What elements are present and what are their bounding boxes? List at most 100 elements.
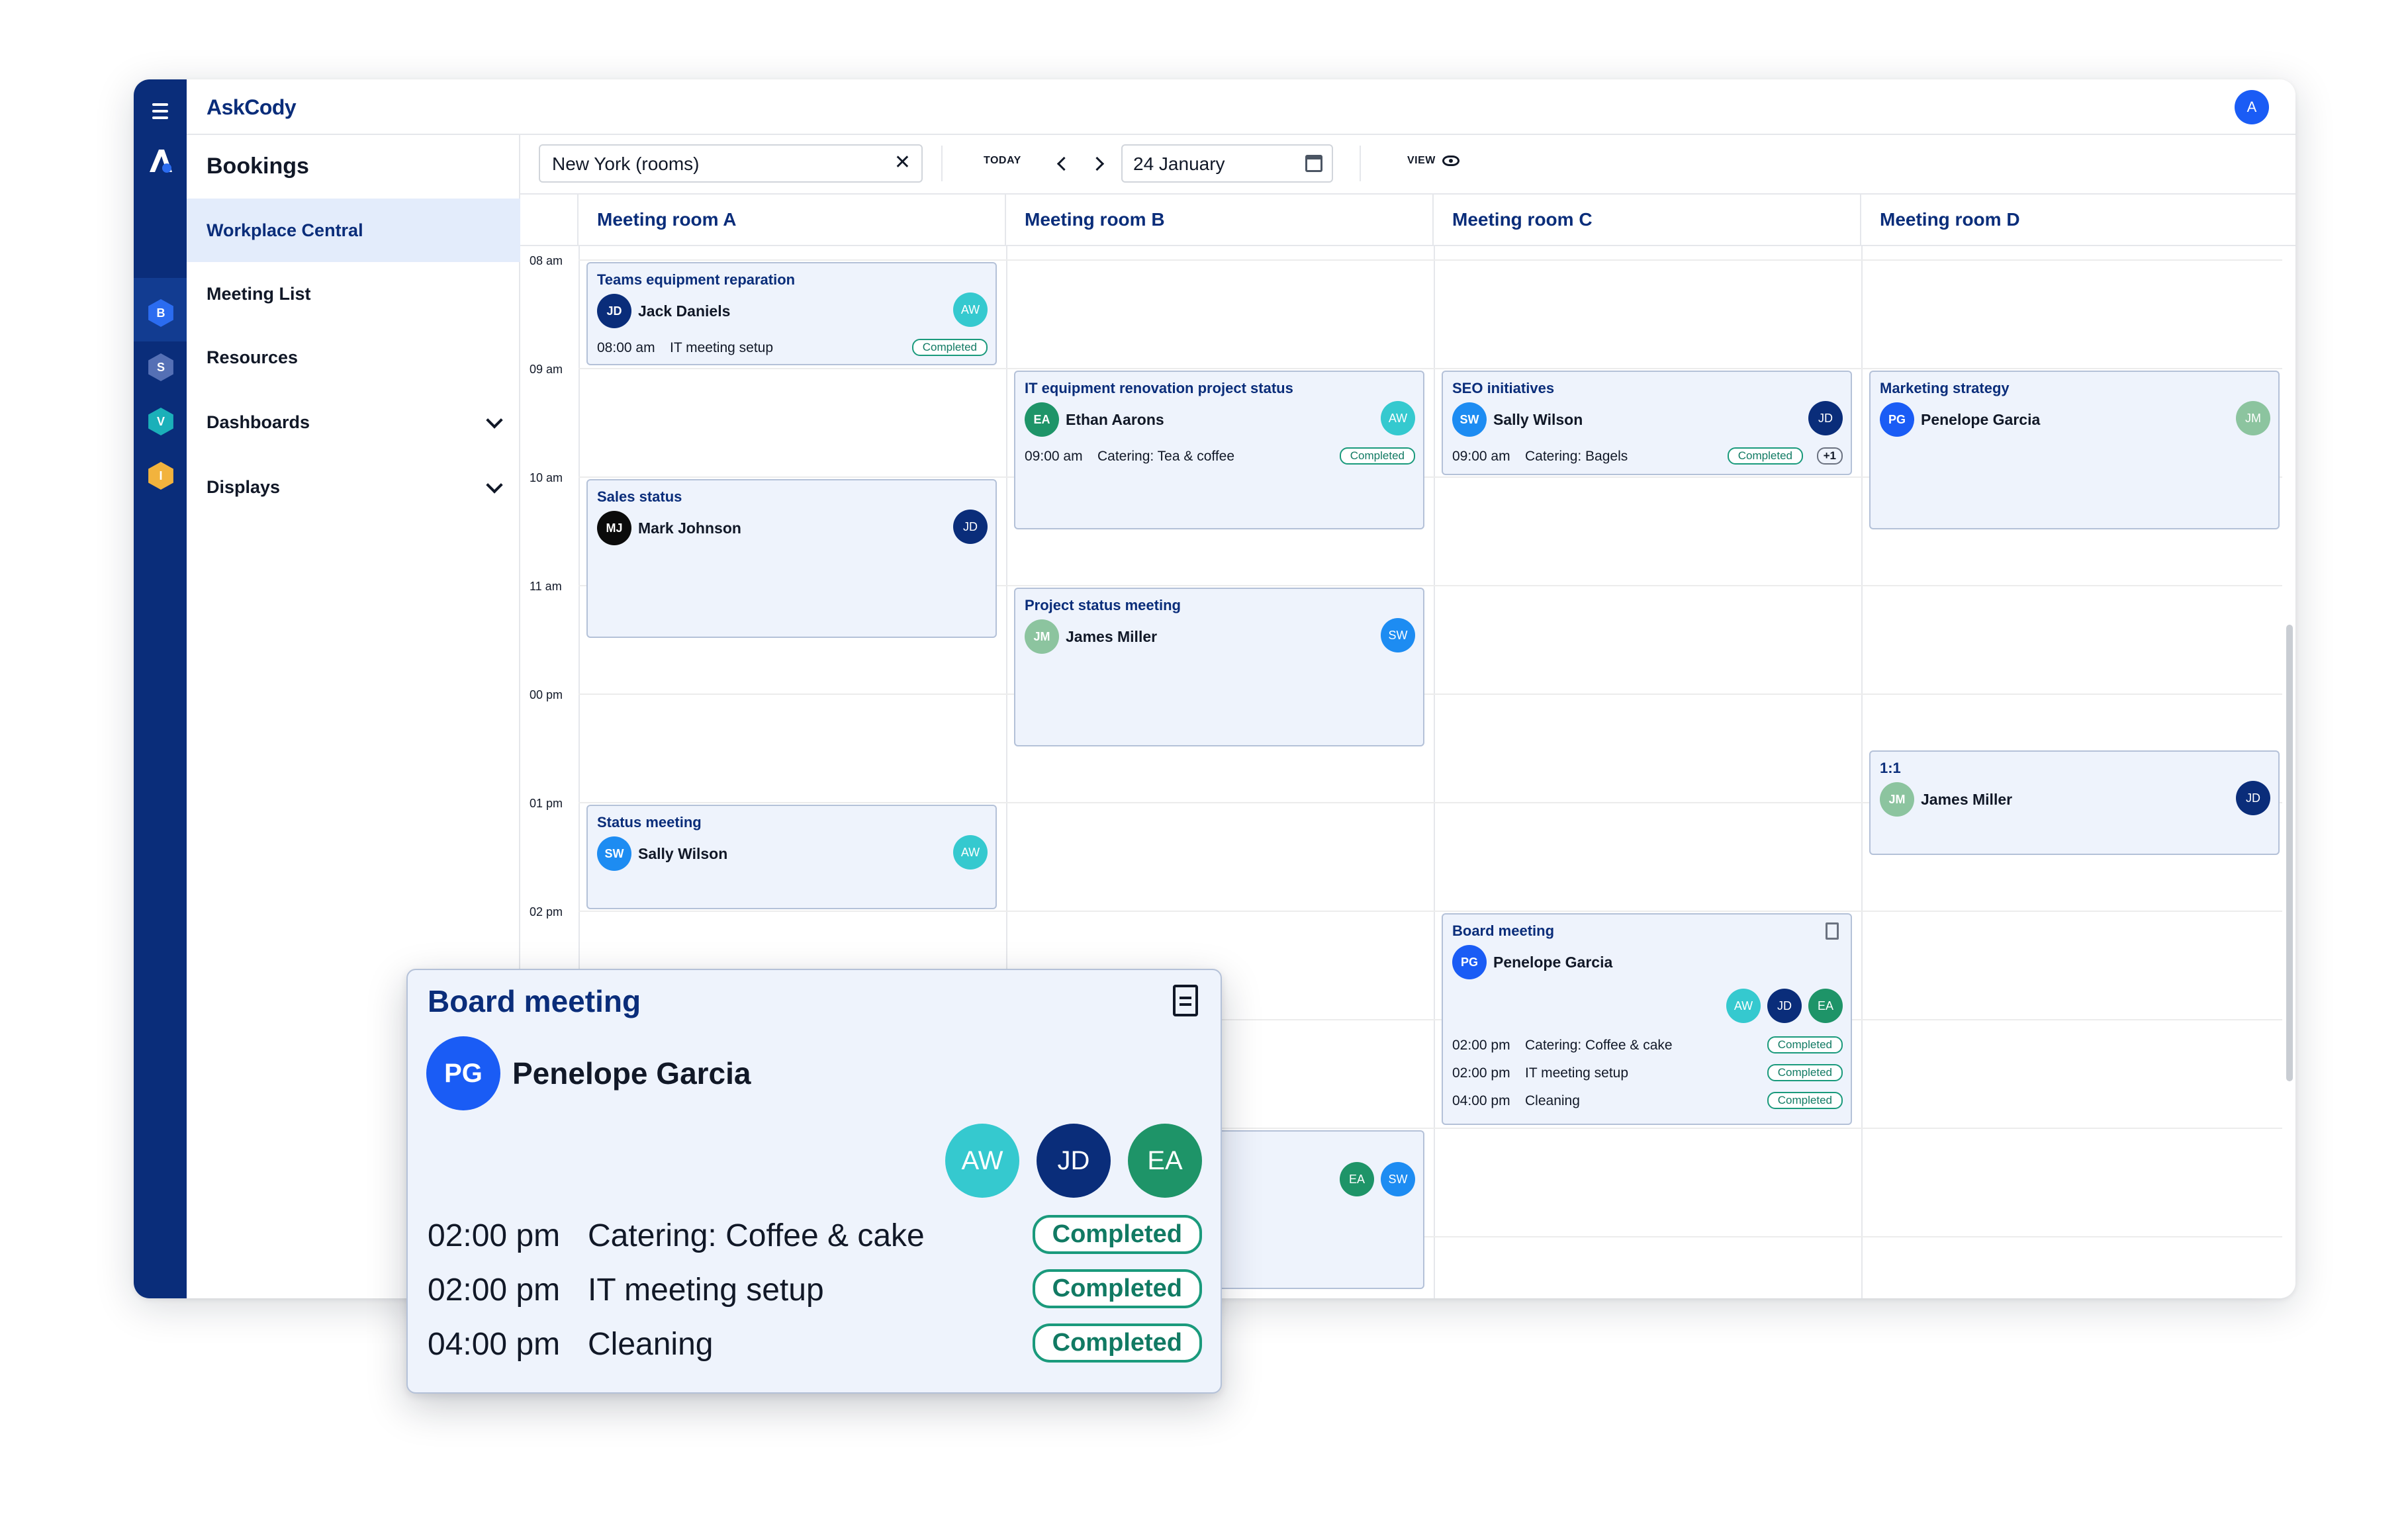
hour-line — [579, 368, 2282, 369]
service-time: 09:00 am — [1452, 449, 1510, 464]
booking-title: Teams equipment reparation — [597, 271, 796, 288]
guest-list: EA SW — [1340, 1162, 1415, 1196]
status-badge: Completed — [1032, 1269, 1202, 1308]
time-label: 08 am — [530, 254, 563, 267]
chevron-right-icon[interactable] — [1091, 156, 1105, 171]
clear-icon[interactable]: ✕ — [894, 151, 911, 174]
hamburger-menu-icon[interactable] — [148, 99, 172, 123]
vertical-scrollbar[interactable] — [2286, 625, 2293, 1081]
guest-list: AW — [953, 292, 988, 327]
avatar: JD — [1037, 1124, 1111, 1198]
app-rail: B S V I — [134, 79, 187, 1298]
booking-card[interactable]: 1:1 JM James Miller JD — [1869, 750, 2280, 855]
avatar: EA — [1128, 1124, 1202, 1198]
eye-icon — [1442, 156, 1459, 166]
room-header-d: Meeting room D — [1861, 195, 2295, 246]
booking-title: IT equipment renovation project status — [1025, 380, 1293, 396]
guest-list: JM — [2236, 401, 2270, 435]
guest-list: AW — [953, 835, 988, 870]
time-label: 10 am — [530, 471, 563, 484]
chevron-left-icon[interactable] — [1055, 156, 1070, 171]
avatar: JM — [1880, 782, 1914, 817]
avatar: AW — [1726, 989, 1761, 1023]
today-button[interactable]: TODAY — [984, 155, 1021, 167]
booking-card[interactable]: Status meeting SW Sally Wilson AW — [586, 805, 997, 909]
brand-name: AskCody — [207, 95, 297, 119]
status-badge: Completed — [1032, 1215, 1202, 1254]
avatar: AW — [953, 292, 988, 327]
booking-card[interactable]: Teams equipment reparation JD Jack Danie… — [586, 262, 997, 365]
avatar: SW — [1452, 402, 1487, 437]
host-name: Sally Wilson — [1493, 410, 1583, 428]
view-button[interactable]: VIEW — [1407, 155, 1459, 167]
time-label: 00 pm — [530, 688, 563, 701]
date-picker[interactable]: 24 January — [1121, 144, 1333, 183]
service-row: 09:00 am Catering: Tea & coffee — [1025, 449, 1234, 465]
host-name: Penelope Garcia — [512, 1056, 751, 1091]
booking-title: Marketing strategy — [1880, 380, 2010, 396]
sidebar-item-dashboards[interactable]: Dashboards — [187, 390, 520, 454]
visitors-module-icon[interactable]: V — [148, 408, 173, 435]
booking-title: Board meeting — [1452, 922, 1555, 939]
sidebar-title: Bookings — [207, 154, 309, 179]
service-time: 09:00 am — [1025, 449, 1083, 464]
services-module-icon[interactable]: S — [148, 353, 173, 381]
user-avatar[interactable]: A — [2235, 90, 2269, 124]
document-icon[interactable] — [1173, 985, 1198, 1016]
more-services-badge[interactable]: +1 — [1816, 447, 1843, 465]
avatar: PG — [1880, 402, 1914, 437]
booking-card[interactable]: IT equipment renovation project status E… — [1014, 371, 1424, 529]
avatar: JD — [953, 510, 988, 544]
service-name: Cleaning — [588, 1327, 714, 1362]
booking-host: SW Sally Wilson — [597, 836, 727, 871]
service-time: 04:00 pm — [1452, 1093, 1510, 1108]
booking-card[interactable]: SEO initiatives SW Sally Wilson JD 09:00… — [1442, 371, 1852, 475]
column-divider — [1861, 246, 1863, 1298]
avatar: JM — [2236, 401, 2270, 435]
popup-title: Board meeting — [428, 984, 641, 1018]
sidebar-item-workplace-central[interactable]: Workplace Central — [187, 199, 520, 262]
sidebar-item-displays[interactable]: Displays — [187, 455, 520, 519]
status-badge: Completed — [1767, 1064, 1843, 1081]
avatar: MJ — [597, 511, 631, 545]
hour-line — [579, 259, 2282, 261]
insights-module-icon[interactable]: I — [148, 462, 173, 490]
booking-card[interactable]: Board meeting PG Penelope Garcia AW JD E… — [1442, 913, 1852, 1125]
service-row: 09:00 am Catering: Bagels — [1452, 449, 1628, 465]
service-row: 02:00 pm IT meeting setup — [1452, 1065, 1628, 1081]
time-label: 09 am — [530, 363, 563, 376]
avatar: EA — [1025, 402, 1059, 437]
sidebar-item-resources[interactable]: Resources — [187, 326, 520, 389]
host-name: Mark Johnson — [638, 519, 741, 537]
booking-card[interactable]: Sales status MJ Mark Johnson JD — [586, 479, 997, 638]
avatar: SW — [1381, 1162, 1415, 1196]
room-header-c: Meeting room C — [1434, 195, 1861, 246]
sidebar-item-meeting-list[interactable]: Meeting List — [187, 262, 520, 326]
room-header-b: Meeting room B — [1006, 195, 1434, 246]
toolbar-divider — [1360, 146, 1361, 181]
booking-card[interactable]: Marketing strategy PG Penelope Garcia JM — [1869, 371, 2280, 529]
service-row: 04:00 pm Cleaning — [1452, 1093, 1580, 1109]
status-badge: Completed — [1767, 1092, 1843, 1109]
hour-line — [579, 911, 2282, 912]
booking-host: SW Sally Wilson — [1452, 402, 1583, 437]
host-name: James Miller — [1921, 790, 2013, 808]
avatar: AW — [953, 835, 988, 870]
guest-list: JD — [1808, 401, 1843, 435]
popup-host: PG Penelope Garcia — [426, 1036, 751, 1110]
time-column-header — [520, 195, 579, 246]
time-label: 02 pm — [530, 905, 563, 918]
askcody-logo-icon — [150, 150, 172, 173]
avatar: JD — [597, 294, 631, 328]
service-name: IT meeting setup — [588, 1273, 824, 1308]
status-badge: Completed — [1339, 447, 1415, 465]
service-row: 02:00 pm Catering: Coffee & cake — [428, 1218, 925, 1254]
service-row: 02:00 pm IT meeting setup — [428, 1272, 824, 1308]
service-name: Catering: Tea & coffee — [1097, 449, 1235, 464]
location-select[interactable]: New York (rooms) ✕ — [539, 144, 923, 183]
top-bar: AskCody A — [187, 79, 2295, 135]
service-time: 02:00 pm — [428, 1273, 561, 1308]
booking-detail-popup[interactable]: Board meeting PG Penelope Garcia AW JD E… — [406, 969, 1222, 1394]
avatar: PG — [426, 1036, 500, 1110]
booking-card[interactable]: Project status meeting JM James Miller S… — [1014, 588, 1424, 746]
